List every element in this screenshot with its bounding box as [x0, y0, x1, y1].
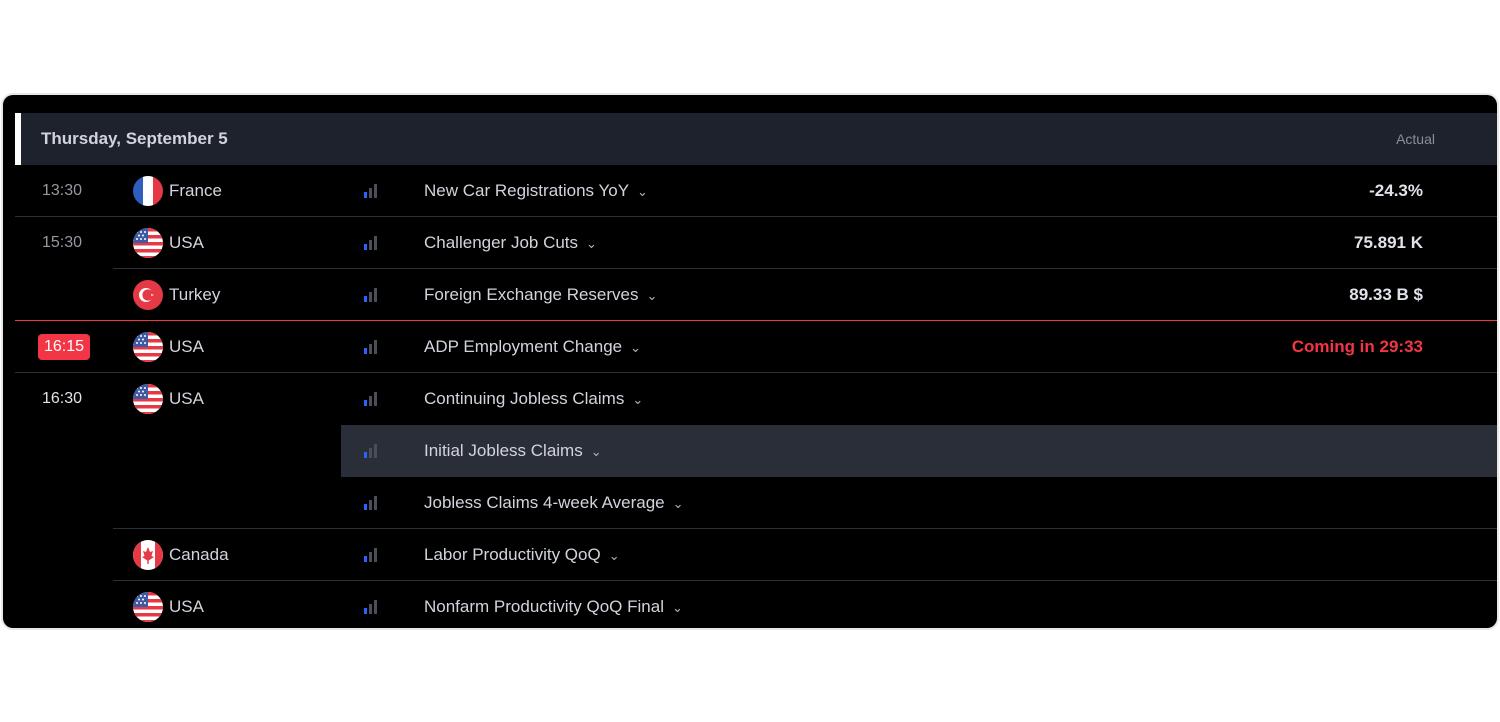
importance-bars-icon [364, 600, 377, 614]
usa-flag-icon [133, 384, 163, 414]
event-title: Nonfarm Productivity QoQ Final [424, 597, 664, 616]
event-name[interactable]: Challenger Job Cuts ⌄ [424, 217, 597, 270]
event-name[interactable]: Continuing Jobless Claims ⌄ [424, 373, 643, 426]
importance-bars-icon [364, 392, 377, 406]
actual-value: -24.3% [1369, 181, 1423, 200]
usa-flag-icon [133, 592, 163, 622]
country-name: USA [169, 597, 204, 616]
event-name[interactable]: New Car Registrations YoY ⌄ [424, 165, 648, 218]
economic-calendar-panel: Thursday, September 5 Actual 13:30 Franc… [3, 95, 1497, 628]
importance-bars-icon [364, 496, 377, 510]
event-row[interactable]: Jobless Claims 4-week Average ⌄ [15, 477, 1497, 529]
event-row[interactable]: 15:30 USA Challenger Job Cuts ⌄ 75.891 K [15, 217, 1497, 269]
event-row[interactable]: Canada Labor Productivity QoQ ⌄ [15, 529, 1497, 581]
chevron-down-icon[interactable]: ⌄ [672, 600, 683, 615]
chevron-down-icon[interactable]: ⌄ [591, 444, 602, 459]
importance-bars-icon [364, 548, 377, 562]
date-header: Thursday, September 5 Actual [15, 113, 1497, 165]
event-title: Continuing Jobless Claims [424, 389, 625, 408]
event-title: Initial Jobless Claims [424, 441, 583, 460]
canada-flag-icon [133, 540, 163, 570]
event-title: Jobless Claims 4-week Average [424, 493, 665, 512]
usa-flag-icon [133, 332, 163, 362]
actual-value: 89.33 B $ [1349, 285, 1423, 304]
event-title: Labor Productivity QoQ [424, 545, 601, 564]
importance-bars-icon [364, 288, 377, 302]
chevron-down-icon[interactable]: ⌄ [673, 496, 684, 511]
event-name[interactable]: Initial Jobless Claims ⌄ [424, 425, 602, 478]
event-title: Challenger Job Cuts [424, 233, 579, 252]
event-row[interactable]: 13:30 France New Car Registrations YoY ⌄ … [15, 165, 1497, 217]
actual-column-header[interactable]: Actual [1396, 113, 1435, 165]
event-time: 16:30 [42, 390, 83, 407]
event-time: 15:30 [42, 234, 83, 251]
event-title: Foreign Exchange Reserves [424, 285, 639, 304]
event-row[interactable]: USA Nonfarm Productivity QoQ Final ⌄ [15, 581, 1497, 628]
country-name: France [169, 181, 222, 200]
chevron-down-icon[interactable]: ⌄ [609, 548, 620, 563]
country-name: USA [169, 337, 204, 356]
event-name[interactable]: Foreign Exchange Reserves ⌄ [424, 269, 657, 322]
event-title: New Car Registrations YoY [424, 181, 630, 200]
chevron-down-icon[interactable]: ⌄ [647, 288, 658, 303]
chevron-down-icon[interactable]: ⌄ [586, 236, 597, 251]
event-name[interactable]: ADP Employment Change ⌄ [424, 321, 641, 374]
turkey-flag-icon [133, 280, 163, 310]
event-title: ADP Employment Change [424, 337, 623, 356]
event-row[interactable]: Turkey Foreign Exchange Reserves ⌄ 89.33 … [15, 269, 1497, 321]
countdown-label: Coming in 29:33 [1291, 337, 1423, 356]
country-name: USA [169, 233, 204, 252]
date-label: Thursday, September 5 [41, 129, 228, 148]
event-name[interactable]: Nonfarm Productivity QoQ Final ⌄ [424, 581, 683, 628]
actual-value: 75.891 K [1354, 233, 1423, 252]
country-name: Canada [169, 545, 229, 564]
event-name[interactable]: Jobless Claims 4-week Average ⌄ [424, 477, 684, 530]
header-accent-bar [15, 113, 21, 165]
importance-bars-icon [364, 236, 377, 250]
country-name: USA [169, 389, 204, 408]
chevron-down-icon[interactable]: ⌄ [632, 392, 643, 407]
country-name: Turkey [169, 285, 221, 304]
usa-flag-icon [133, 228, 163, 258]
event-time: 13:30 [42, 182, 83, 199]
live-time-badge: 16:15 [38, 334, 91, 360]
event-row[interactable]: 16:30 USA Continuing Jobless Claims ⌄ [15, 373, 1497, 425]
importance-bars-icon [364, 184, 377, 198]
importance-bars-icon [364, 444, 377, 458]
event-row[interactable]: 16:15 USA ADP Employment Change ⌄ Coming … [15, 321, 1497, 373]
chevron-down-icon[interactable]: ⌄ [637, 184, 648, 199]
event-row-hovered[interactable]: Initial Jobless Claims ⌄ [15, 425, 1497, 477]
event-name[interactable]: Labor Productivity QoQ ⌄ [424, 529, 620, 582]
chevron-down-icon[interactable]: ⌄ [630, 340, 641, 355]
importance-bars-icon [364, 340, 377, 354]
france-flag-icon [133, 176, 163, 206]
